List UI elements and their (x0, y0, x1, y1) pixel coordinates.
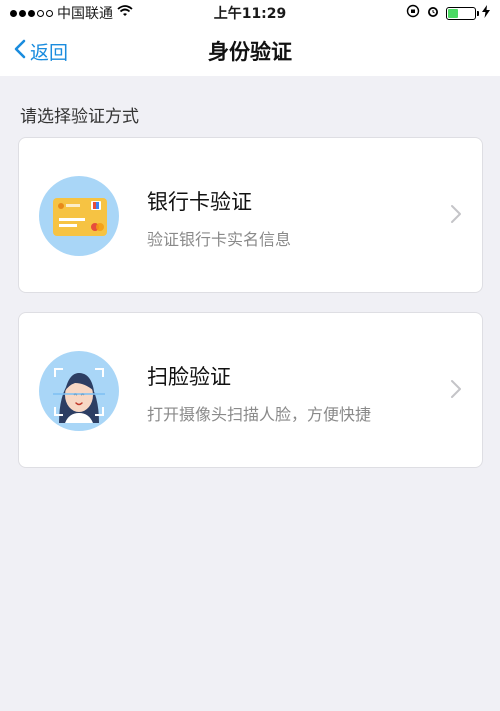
wifi-icon (117, 5, 133, 21)
rotation-lock-icon (406, 4, 420, 22)
status-bar: 中国联通 上午11:29 (0, 0, 500, 26)
bank-card-verification-option[interactable]: 银行卡验证 验证银行卡实名信息 (18, 137, 483, 293)
battery-fill (448, 8, 459, 18)
option-subtitle: 验证银行卡实名信息 (147, 230, 292, 249)
option-title: 扫脸验证 (147, 365, 231, 389)
chevron-left-icon (14, 39, 26, 64)
page-title: 身份验证 (208, 40, 292, 64)
chevron-right-icon (450, 379, 462, 403)
navigation-bar: 返回 身份验证 (0, 26, 500, 76)
battery-icon (446, 6, 479, 20)
alarm-icon (426, 4, 440, 22)
carrier-name: 中国联通 (57, 6, 113, 22)
charging-icon (482, 4, 490, 22)
face-scan-verification-option[interactable]: 扫脸验证 打开摄像头扫描人脸，方便快捷 (18, 312, 483, 468)
back-label: 返回 (30, 41, 69, 64)
status-right (406, 4, 490, 22)
face-scan-icon (39, 351, 119, 431)
option-subtitle: 打开摄像头扫描人脸，方便快捷 (147, 405, 372, 424)
chevron-right-icon (450, 204, 462, 228)
section-label: 请选择验证方式 (20, 107, 139, 127)
back-button[interactable]: 返回 (14, 26, 68, 76)
option-title: 银行卡验证 (147, 190, 252, 214)
bank-card-icon (39, 176, 119, 256)
status-left: 中国联通 (10, 3, 133, 23)
signal-strength-icon (10, 9, 53, 17)
